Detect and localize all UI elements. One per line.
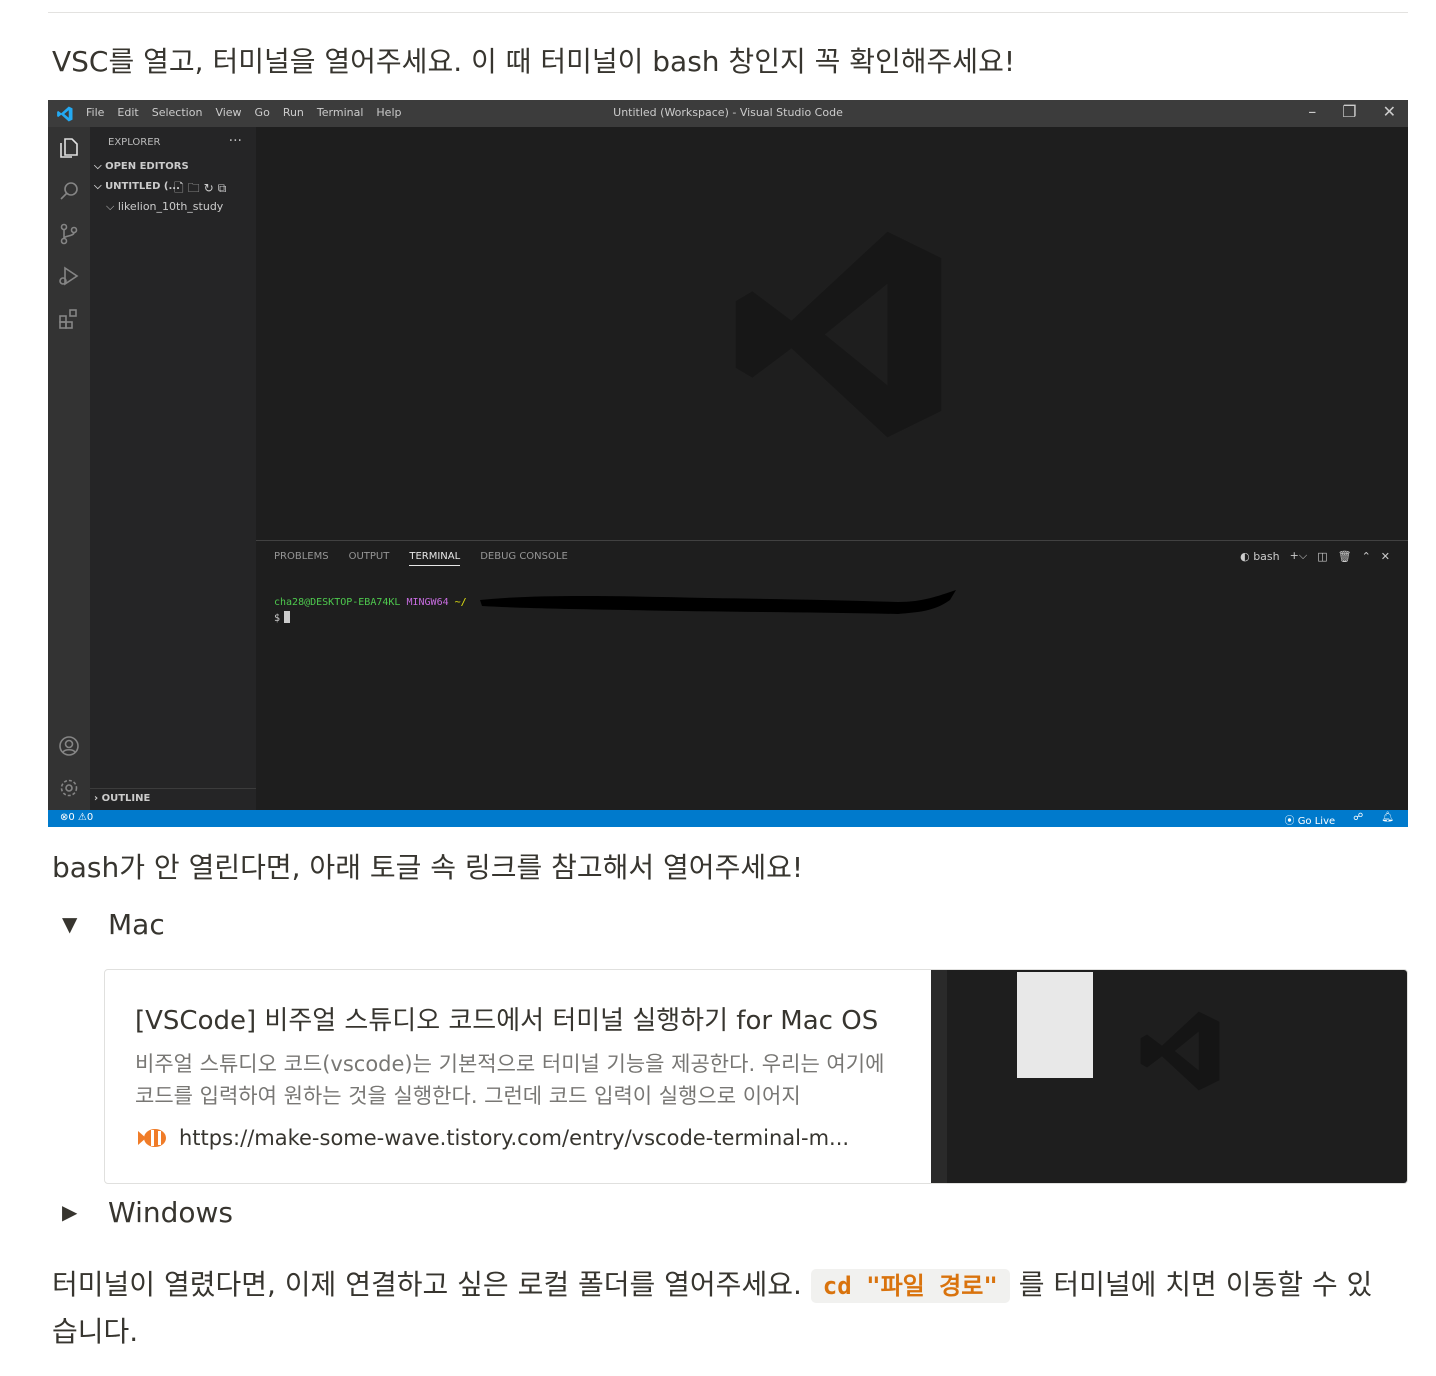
bash-hint-text: bash가 안 열린다면, 아래 토글 속 링크를 참고해서 열어주세요! [52, 851, 804, 884]
accounts-icon[interactable] [57, 734, 81, 758]
open-editors-section[interactable]: ⌵ OPEN EDITORS [94, 161, 189, 172]
outline-section[interactable]: › OUTLINE [94, 793, 150, 804]
new-file-icon[interactable]: 🗋 [174, 181, 188, 195]
final-paragraph: 터미널이 열렸다면, 이제 연결하고 싶은 로컬 폴더를 열어주세요. cd "… [52, 1262, 1392, 1355]
new-terminal-icon[interactable]: +⌵ [1290, 549, 1308, 563]
workspace-label: UNTITLED (... [105, 181, 180, 192]
vscode-titlebar: File Edit Selection View Go Run Terminal… [48, 100, 1408, 127]
bookmark-url: https://make-some-wave.tistory.com/entry… [135, 1126, 849, 1150]
go-live-label: Go Live [1297, 816, 1336, 827]
problems-count[interactable]: ⊗0 ⚠0 [60, 812, 93, 823]
vscode-screenshot: File Edit Selection View Go Run Terminal… [48, 100, 1408, 827]
refresh-icon[interactable]: ↻ [204, 181, 218, 195]
open-editors-label: OPEN EDITORS [105, 161, 189, 172]
triangle-down-icon[interactable]: ▼ [62, 912, 86, 936]
vscode-watermark-icon [735, 231, 942, 438]
window-controls: – ❐ ✕ [1308, 102, 1396, 121]
settings-gear-icon[interactable] [57, 776, 81, 800]
tab-problems[interactable]: PROBLEMS [274, 551, 329, 566]
bell-icon[interactable]: 🔔︎ [1381, 812, 1394, 827]
toggle-windows[interactable]: ▶ Windows [62, 1196, 233, 1229]
top-divider [48, 12, 1408, 13]
outline-divider [90, 788, 256, 789]
extensions-icon[interactable] [57, 307, 81, 331]
status-bar: ⊗0 ⚠0 ⦿ Go Live ☍ 🔔︎ [48, 810, 1408, 827]
close-panel-icon[interactable]: ✕ [1381, 550, 1390, 563]
run-debug-icon[interactable] [57, 264, 81, 288]
inline-code: cd "파일 경로" [810, 1269, 1010, 1303]
chevron-right-icon: › [94, 793, 102, 804]
triangle-right-icon[interactable]: ▶ [62, 1200, 86, 1224]
split-terminal-icon[interactable]: ◫ [1317, 550, 1327, 563]
toggle-mac[interactable]: ▼ Mac [62, 908, 165, 941]
collapse-icon[interactable]: ⧉ [218, 181, 231, 195]
source-control-icon[interactable] [57, 222, 81, 246]
toggle-mac-label: Mac [108, 907, 165, 941]
terminal-path: ~/ [454, 597, 467, 608]
terminal-prompt-line[interactable]: cha28@DESKTOP-EBA74KL MINGW64 ~/ [274, 597, 467, 608]
toggle-windows-label: Windows [108, 1195, 233, 1229]
restore-button[interactable]: ❐ [1342, 102, 1356, 121]
shell-label: bash [1253, 549, 1280, 563]
shell-selector[interactable]: ◐ bash [1240, 550, 1280, 563]
terminal-input-line[interactable]: $ [274, 611, 291, 624]
outline-label: OUTLINE [101, 793, 151, 804]
feedback-icon[interactable]: ☍ [1353, 812, 1363, 827]
folder-label: likelion_10th_study [117, 200, 224, 213]
explorer-icon[interactable] [57, 136, 81, 160]
folder-item[interactable]: ⌵ likelion_10th_study [106, 200, 223, 214]
terminal-env: MINGW64 [406, 597, 449, 608]
explorer-toolbar: 🗋🗀↻⧉ [174, 179, 230, 200]
intro-text: VSC를 열고, 터미널을 열어주세요. 이 때 터미널이 bash 창인지 꼭… [52, 45, 1016, 78]
bookmark-title: [VSCode] 비주얼 스튜디오 코드에서 터미널 실행하기 for Mac … [135, 1006, 879, 1036]
thumbnail-activity-bar [931, 970, 947, 1183]
search-icon[interactable] [57, 179, 81, 203]
workspace-section[interactable]: ⌵ UNTITLED (... [94, 181, 180, 192]
favicon-icon [138, 1129, 166, 1147]
tab-debug-console[interactable]: DEBUG CONSOLE [480, 551, 568, 566]
maximize-panel-icon[interactable]: ⌃ [1362, 550, 1371, 563]
redaction-scribble [480, 590, 956, 614]
new-folder-icon[interactable]: 🗀 [188, 181, 204, 195]
bookmark-card[interactable]: [VSCode] 비주얼 스튜디오 코드에서 터미널 실행하기 for Mac … [104, 969, 1408, 1184]
bookmark-thumbnail [931, 970, 1407, 1183]
chevron-down-icon: ⌵ [94, 181, 106, 192]
minimize-button[interactable]: – [1308, 102, 1316, 121]
activity-bar [48, 127, 90, 810]
broadcast-icon: ⦿ [1284, 816, 1298, 827]
terminal-cursor [284, 611, 291, 623]
trash-icon[interactable]: 🗑 [1338, 550, 1352, 563]
thumbnail-vscode-icon [1140, 1011, 1220, 1091]
explorer-header: EXPLORER [108, 137, 161, 148]
final-text-before: 터미널이 열렸다면, 이제 연결하고 싶은 로컬 폴더를 열어주세요. [52, 1268, 811, 1301]
bookmark-url-text: https://make-some-wave.tistory.com/entry… [179, 1126, 850, 1150]
terminal-icon: ◐ [1240, 549, 1254, 563]
chevron-down-icon: ⌵ [94, 161, 106, 172]
panel-actions: ◐ bash +⌵ ◫ 🗑 ⌃ ✕ [1240, 549, 1390, 563]
chevron-down-icon: ⌵ [106, 200, 118, 213]
tab-output[interactable]: OUTPUT [349, 551, 390, 566]
status-right: ⦿ Go Live ☍ 🔔︎ [1285, 812, 1395, 827]
terminal-prompt-symbol: $ [274, 613, 281, 624]
more-actions-icon[interactable]: ··· [229, 133, 242, 149]
thumbnail-menu [1017, 972, 1093, 1078]
tab-terminal[interactable]: TERMINAL [409, 551, 461, 566]
terminal-panel: PROBLEMS OUTPUT TERMINAL DEBUG CONSOLE ◐… [256, 540, 1408, 810]
go-live-button[interactable]: ⦿ Go Live [1285, 812, 1336, 827]
explorer-sidebar: EXPLORER ··· ⌵ OPEN EDITORS ⌵ UNTITLED (… [90, 127, 256, 810]
window-title: Untitled (Workspace) - Visual Studio Cod… [613, 106, 843, 119]
panel-tabs: PROBLEMS OUTPUT TERMINAL DEBUG CONSOLE [274, 551, 568, 566]
bookmark-description: 비주얼 스튜디오 코드(vscode)는 기본적으로 터미널 기능을 제공한다.… [135, 1052, 885, 1108]
terminal-user-host: cha28@DESKTOP-EBA74KL [274, 597, 401, 608]
close-button[interactable]: ✕ [1383, 102, 1396, 121]
editor-area [256, 127, 1408, 540]
